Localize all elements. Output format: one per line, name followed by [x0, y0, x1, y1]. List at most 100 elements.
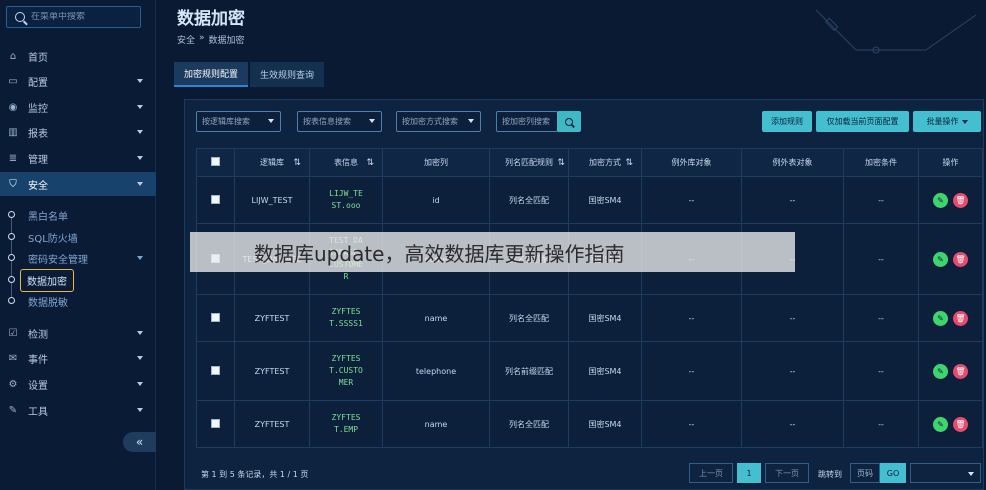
sidebar-item-label: 报表: [28, 128, 48, 140]
cell-table-info: ZYFTES T.CUSTO MER: [309, 341, 383, 401]
edit-icon[interactable]: ✎: [933, 363, 948, 379]
row-select-cell[interactable]: [196, 176, 235, 224]
trash-icon[interactable]: 🗑: [953, 363, 968, 379]
sort-icon[interactable]: ⇅: [557, 158, 565, 168]
tab-encryption-rules[interactable]: 加密规则配置: [174, 62, 249, 87]
header-label: 加密列: [424, 158, 448, 167]
trash-icon[interactable]: 🗑: [953, 192, 968, 208]
sidebar-item-4[interactable]: ≣ 管理: [0, 146, 156, 170]
cell-exception-table: --: [741, 400, 844, 448]
cell-actions: ✎ 🗑: [918, 294, 983, 342]
sidebar-item-0[interactable]: ⌂ 首页: [0, 44, 156, 68]
select-all-cell[interactable]: [196, 148, 235, 177]
sidebar-item-label: 管理: [28, 154, 48, 166]
page-size-select[interactable]: [910, 463, 981, 483]
sidebar-subitem-data-encryption[interactable]: 数据加密: [0, 268, 156, 292]
trash-icon[interactable]: 🗑: [953, 416, 968, 432]
breadcrumb-link-security[interactable]: 安全: [177, 33, 195, 46]
row-select-cell[interactable]: [196, 400, 235, 448]
sidebar-item-5[interactable]: ⛉ 安全: [0, 172, 156, 196]
row-checkbox[interactable]: [211, 365, 220, 375]
menu-search-box[interactable]: [6, 6, 141, 28]
cell-exception-db-text: --: [688, 419, 695, 429]
cell-exception-db-text: --: [688, 313, 695, 323]
sidebar-item-7[interactable]: ✉ 事件: [0, 346, 156, 370]
go-button[interactable]: GO: [880, 463, 906, 483]
row-checkbox[interactable]: [211, 418, 220, 428]
row-checkbox[interactable]: [211, 312, 220, 322]
chevron-down-icon: [137, 105, 143, 109]
header-condition: 加密条件: [843, 148, 919, 177]
cell-exception-db-text: --: [688, 366, 695, 376]
circuit-decoration-icon: [815, 9, 977, 54]
edit-icon[interactable]: ✎: [933, 310, 948, 326]
add-rule-button[interactable]: 添加规则: [762, 111, 812, 132]
page-number-input[interactable]: 页码: [850, 463, 880, 483]
sidebar-item-label: 安全: [28, 180, 48, 192]
filter-method-select[interactable]: 按加密方式搜索: [396, 111, 481, 132]
sidebar-subitem-data-masking[interactable]: 数据脱敏: [0, 291, 156, 311]
trash-icon[interactable]: 🗑: [953, 251, 968, 267]
sidebar-subitem-blackwhitelist[interactable]: 黑白名单: [0, 205, 156, 225]
row-select-cell[interactable]: [196, 294, 235, 342]
page-1-button[interactable]: 1: [737, 463, 761, 483]
row-select-cell[interactable]: [196, 341, 235, 401]
edit-icon[interactable]: ✎: [933, 251, 948, 267]
sort-icon[interactable]: ⇅: [366, 158, 374, 168]
next-page-button[interactable]: 下一页: [765, 463, 809, 483]
sidebar-subitem-label: 黑白名单: [28, 211, 68, 223]
sidebar-item-label: 首页: [28, 52, 48, 64]
sidebar-subitem-sql-firewall[interactable]: SQL防火墙: [0, 227, 156, 247]
cell-exception-table: --: [741, 341, 844, 401]
sidebar-item-9[interactable]: ✎ 工具: [0, 398, 156, 422]
row-checkbox[interactable]: [211, 194, 220, 204]
table-row: ZYFTEST ZYFTES T.SSSS1 name 列名全匹配 国密SM4 -- -- --…: [196, 294, 983, 342]
sidebar-item-label: 监控: [28, 103, 48, 115]
cell-column-text: name: [424, 313, 448, 323]
collapse-sidebar-button[interactable]: «: [123, 432, 156, 452]
filter-column-input[interactable]: [502, 117, 554, 126]
cell-match-rule: 列名全匹配: [489, 400, 569, 448]
edit-icon[interactable]: ✎: [933, 192, 948, 208]
cell-condition-text: --: [878, 254, 884, 264]
chevron-down-icon: [137, 156, 143, 160]
cell-column: id: [382, 176, 490, 224]
filter-db-select[interactable]: 按逻辑库搜索: [196, 111, 281, 132]
pagination-info: 第 1 到 5 条记录，共 1 / 1 页: [201, 470, 309, 479]
monitor-icon: ▭: [8, 75, 18, 87]
table-info-line: T.CUSTO: [329, 366, 363, 375]
sidebar-item-3[interactable]: ▥ 报表: [0, 120, 156, 144]
cell-method-text: 国密SM4: [588, 366, 622, 376]
cell-match-rule: 列名前缀匹配: [489, 341, 569, 401]
sidebar-item-1[interactable]: ▭ 配置: [0, 69, 156, 93]
cell-method: 国密SM4: [568, 400, 642, 448]
tab-effective-rules[interactable]: 生效规则查询: [250, 62, 325, 87]
header-match-rule[interactable]: 列名匹配规则 ⇅: [489, 148, 569, 177]
sidebar-item-8[interactable]: ⚙ 设置: [0, 372, 156, 396]
header-method[interactable]: 加密方式 ⇅: [568, 148, 642, 177]
search-button[interactable]: [557, 111, 581, 132]
cell-condition-text: --: [878, 313, 884, 323]
menu-search-input[interactable]: [31, 12, 131, 22]
sort-icon[interactable]: ⇅: [293, 158, 301, 168]
load-current-page-button[interactable]: 仅加载当前页面配置: [816, 111, 909, 132]
sidebar-item-6[interactable]: ☑ 检测: [0, 321, 156, 345]
cell-column: name: [382, 294, 490, 342]
cell-actions: ✎ 🗑: [918, 400, 983, 448]
sidebar-item-2[interactable]: ◉ 监控: [0, 95, 156, 119]
sidebar-subitem-password-security[interactable]: 密码安全管理: [0, 248, 156, 268]
select-all-checkbox[interactable]: [211, 157, 220, 166]
header-table-info[interactable]: 表信息 ⇅: [309, 148, 383, 177]
cell-table-info: ZYFTES T.EMP: [309, 400, 383, 448]
trash-icon[interactable]: 🗑: [953, 310, 968, 326]
gear-icon: ⚙: [8, 378, 18, 390]
batch-actions-button[interactable]: 批量操作: [913, 111, 981, 132]
edit-icon[interactable]: ✎: [933, 416, 948, 432]
header-encrypted-column: 加密列: [382, 148, 490, 177]
chart-icon: ▥: [8, 126, 18, 138]
filter-column-field[interactable]: [496, 111, 558, 132]
sort-icon[interactable]: ⇅: [625, 158, 633, 168]
filter-table-select[interactable]: 按表信息搜索: [297, 111, 382, 132]
header-logical-db[interactable]: 逻辑库 ⇅: [234, 148, 310, 177]
prev-page-button[interactable]: 上一页: [689, 463, 733, 483]
